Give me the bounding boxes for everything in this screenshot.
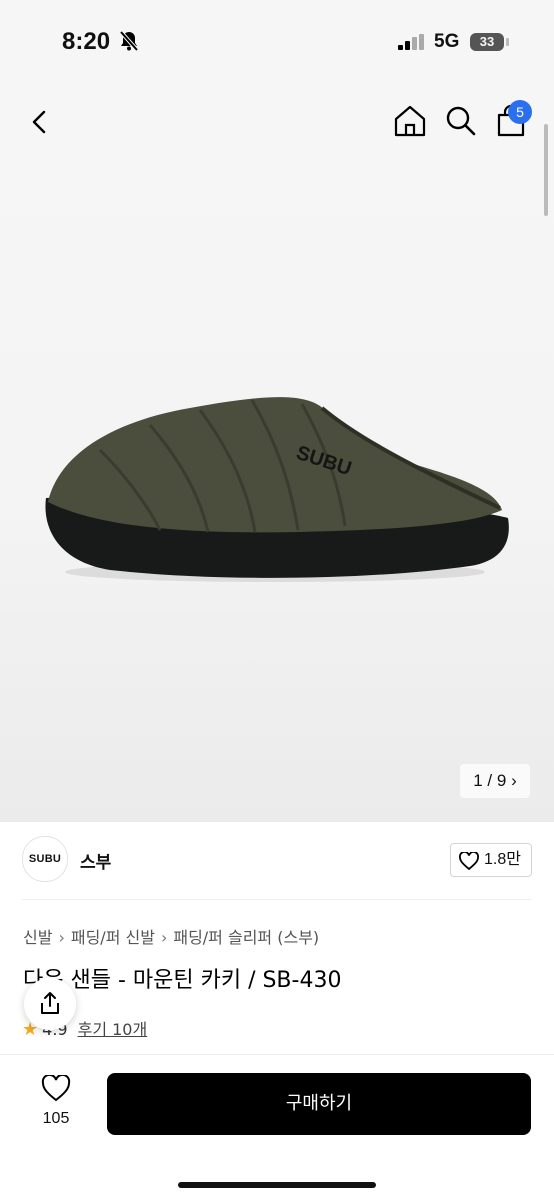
brand-like-button[interactable]: 1.8만	[450, 843, 532, 877]
buy-button[interactable]: 구매하기	[107, 1073, 531, 1135]
signal-icon	[398, 34, 424, 50]
chevron-right-icon: ›	[58, 928, 65, 947]
bottom-action-bar: 105 구매하기	[0, 1054, 554, 1201]
image-page-indicator[interactable]: 1 / 9 ›	[460, 764, 530, 798]
status-time: 8:20	[62, 28, 111, 55]
page-indicator-text: 1 / 9	[473, 771, 507, 790]
brand-logo[interactable]: SUBU	[22, 836, 68, 882]
battery-tip	[506, 38, 509, 46]
breadcrumb-item[interactable]: 신발	[23, 928, 52, 947]
search-icon[interactable]	[444, 104, 478, 138]
chevron-right-icon: ›	[160, 928, 168, 947]
share-button[interactable]	[24, 978, 76, 1030]
product-image: SUBU	[45, 397, 509, 582]
network-label: 5G	[434, 31, 460, 52]
brand-name[interactable]: 스부	[80, 848, 111, 873]
heart-icon	[459, 852, 479, 870]
reviews-link[interactable]: 후기 10개	[78, 1020, 148, 1039]
divider	[22, 899, 532, 900]
wishlist-button[interactable]: 105	[22, 1075, 90, 1128]
product-gallery[interactable]: 5 SUBU 1 / 9 ›	[0, 80, 554, 822]
cart-count-badge: 5	[508, 100, 532, 124]
heart-icon	[41, 1075, 71, 1102]
brand-like-count: 1.8만	[484, 851, 521, 868]
status-bar: 8:20 5G 33	[0, 0, 554, 80]
wishlist-count: 105	[42, 1110, 70, 1127]
home-icon[interactable]	[392, 104, 428, 138]
breadcrumb: 신발 › 패딩/퍼 신발 › 패딩/퍼 슬리퍼 (스부)	[23, 924, 319, 948]
breadcrumb-item[interactable]: 패딩/퍼 신발	[71, 928, 155, 947]
home-indicator[interactable]	[178, 1182, 376, 1188]
back-arrow-icon[interactable]	[24, 106, 56, 138]
breadcrumb-item[interactable]: 패딩/퍼 슬리퍼 (스부)	[173, 928, 319, 947]
brand-row[interactable]: SUBU 스부 1.8만	[0, 822, 554, 900]
battery-icon: 33	[470, 33, 504, 51]
scroll-indicator	[544, 124, 548, 216]
bell-muted-icon	[119, 30, 139, 52]
chevron-right-icon: ›	[511, 771, 517, 790]
share-icon	[41, 992, 59, 1014]
